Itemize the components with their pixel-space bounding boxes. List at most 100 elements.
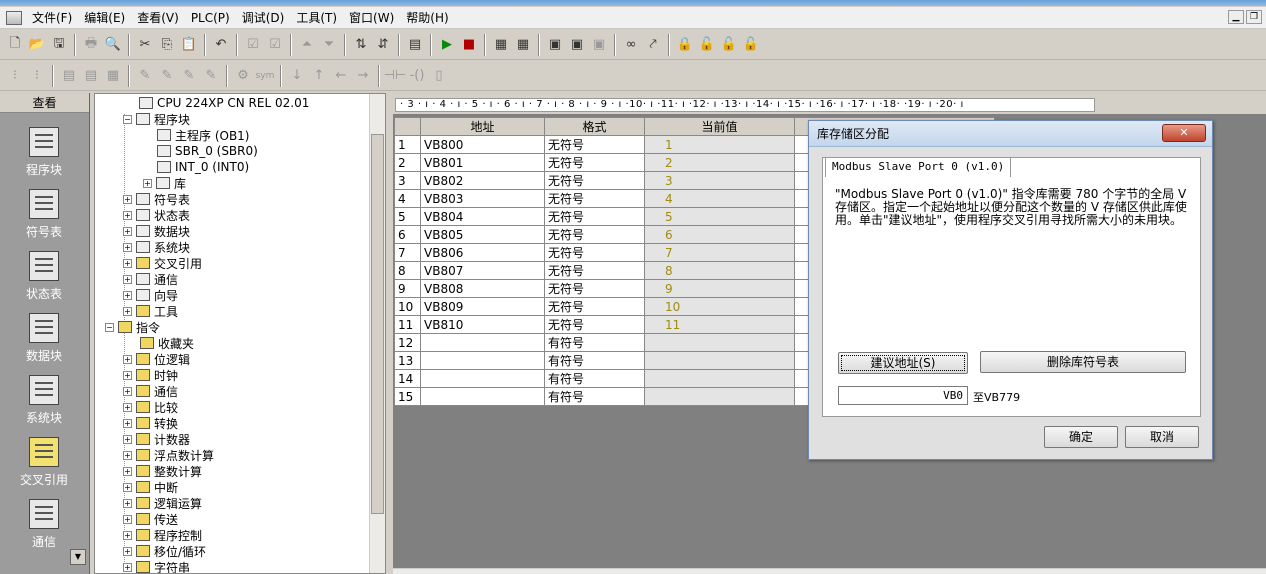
address-cell[interactable] xyxy=(420,351,545,370)
expand-icon[interactable]: + xyxy=(123,466,132,476)
close-icon[interactable]: ✕ xyxy=(1162,124,1206,142)
current-value-cell[interactable] xyxy=(644,333,795,352)
tree-program-control[interactable]: + 程序控制 xyxy=(123,527,202,543)
unforce-icon[interactable]: 🔓 xyxy=(696,34,718,56)
nav-data-block[interactable]: 数据块 xyxy=(0,313,88,364)
current-value-cell[interactable]: 8 xyxy=(644,261,795,280)
expand-icon[interactable]: + xyxy=(123,210,132,220)
format-cell[interactable]: 有符号 xyxy=(544,387,645,406)
coil-icon[interactable]: -() xyxy=(406,65,428,87)
prev-bookmark-icon[interactable]: ✎ xyxy=(178,65,200,87)
unforce-all-icon[interactable]: 🔓 xyxy=(718,34,740,56)
address-cell[interactable]: VB802 xyxy=(420,171,545,190)
menu-view[interactable]: 查看(V) xyxy=(131,9,185,26)
suggest-address-button[interactable]: 建议地址(S) xyxy=(838,352,968,374)
tree-scrollbar[interactable] xyxy=(369,94,385,573)
sym-icon[interactable]: sym xyxy=(254,65,276,87)
expand-icon[interactable]: + xyxy=(123,546,132,556)
tree-comm-instr[interactable]: + 通信 xyxy=(123,383,178,399)
delete-library-symbols-button[interactable]: 删除库符号表 xyxy=(980,351,1186,373)
format-cell[interactable]: 有符号 xyxy=(544,351,645,370)
current-value-cell[interactable]: 10 xyxy=(644,297,795,316)
format-cell[interactable]: 无符号 xyxy=(544,243,645,262)
tree-bit-logic[interactable]: + 位逻辑 xyxy=(123,351,190,367)
tree-int[interactable]: INT_0 (INT0) xyxy=(157,159,249,175)
compile-icon[interactable]: ☑ xyxy=(242,34,264,56)
single-read-icon[interactable]: ▣ xyxy=(566,34,588,56)
address-cell[interactable]: VB809 xyxy=(420,297,545,316)
current-value-cell[interactable]: 11 xyxy=(644,315,795,334)
stop-icon[interactable]: ■ xyxy=(458,34,480,56)
address-cell[interactable]: VB810 xyxy=(420,315,545,334)
insert-network-icon[interactable]: ⁝ xyxy=(4,65,26,87)
chart-status-icon[interactable]: ▣ xyxy=(544,34,566,56)
sort-descending-icon[interactable]: ⇵ xyxy=(372,34,394,56)
tree-data-block[interactable]: + 数据块 xyxy=(123,223,190,239)
expand-icon[interactable]: + xyxy=(123,498,132,508)
format-cell[interactable]: 无符号 xyxy=(544,153,645,172)
tree-scroll-thumb[interactable] xyxy=(371,134,384,514)
delete-network-icon[interactable]: ⁝ xyxy=(26,65,48,87)
cancel-button[interactable]: 取消 xyxy=(1125,426,1199,448)
sort-ascending-icon[interactable]: ⇅ xyxy=(350,34,372,56)
nav-cross-reference[interactable]: 交叉引用 xyxy=(0,437,88,488)
current-value-cell[interactable]: 1 xyxy=(644,135,795,154)
nav-communication[interactable]: 通信 xyxy=(0,499,88,550)
address-cell[interactable]: VB805 xyxy=(420,225,545,244)
address-cell[interactable]: VB806 xyxy=(420,243,545,262)
address-cell[interactable]: VB800 xyxy=(420,135,545,154)
left-line-icon[interactable]: ← xyxy=(330,65,352,87)
format-cell[interactable]: 无符号 xyxy=(544,135,645,154)
new-file-icon[interactable]: 🗋 xyxy=(4,34,26,56)
menu-help[interactable]: 帮助(H) xyxy=(400,9,454,26)
expand-icon[interactable]: + xyxy=(123,194,132,204)
menu-tools[interactable]: 工具(T) xyxy=(290,9,343,26)
current-value-cell[interactable] xyxy=(644,387,795,406)
expand-icon[interactable]: + xyxy=(123,290,132,300)
tree-compare[interactable]: + 比较 xyxy=(123,399,178,415)
remove-bookmarks-icon[interactable]: ✎ xyxy=(200,65,222,87)
start-address-input[interactable]: VB0 xyxy=(838,386,968,405)
options-icon[interactable]: ▤ xyxy=(404,34,426,56)
collapse-icon[interactable]: − xyxy=(123,114,132,124)
tree-system-block[interactable]: + 系统块 xyxy=(123,239,190,255)
format-cell[interactable]: 有符号 xyxy=(544,333,645,352)
tree-int-math[interactable]: + 整数计算 xyxy=(123,463,202,479)
expand-icon[interactable]: + xyxy=(143,178,152,188)
nav-program-block[interactable]: 程序块 xyxy=(0,127,88,178)
up-line-icon[interactable]: ↑ xyxy=(308,65,330,87)
format-cell[interactable]: 无符号 xyxy=(544,171,645,190)
tree-string[interactable]: + 字符串 xyxy=(123,559,190,573)
tree-cpu[interactable]: CPU 224XP CN REL 02.01 xyxy=(139,95,309,111)
format-cell[interactable]: 无符号 xyxy=(544,189,645,208)
horizontal-scrollbar[interactable] xyxy=(393,568,1266,574)
box-icon[interactable]: ▯ xyxy=(428,65,450,87)
tree-convert[interactable]: + 转换 xyxy=(123,415,178,431)
tree-library[interactable]: + 库 xyxy=(143,175,186,191)
format-cell[interactable]: 无符号 xyxy=(544,297,645,316)
current-value-cell[interactable]: 4 xyxy=(644,189,795,208)
tree-program-block[interactable]: − 程序块 xyxy=(123,111,190,127)
expand-icon[interactable]: + xyxy=(123,514,132,524)
address-cell[interactable]: VB801 xyxy=(420,153,545,172)
expand-icon[interactable]: + xyxy=(123,562,132,572)
tree-sbr[interactable]: SBR_0 (SBR0) xyxy=(157,143,258,159)
apply-symbols-icon[interactable]: ⚙ xyxy=(232,65,254,87)
menu-edit[interactable]: 编辑(E) xyxy=(78,9,131,26)
collapse-icon[interactable]: − xyxy=(105,322,114,332)
expand-icon[interactable]: + xyxy=(123,354,132,364)
symbol-info-icon[interactable]: ▦ xyxy=(102,65,124,87)
print-preview-icon[interactable]: 🔍 xyxy=(102,34,124,56)
cut-icon[interactable]: ✂ xyxy=(134,34,156,56)
format-cell[interactable]: 无符号 xyxy=(544,279,645,298)
undo-icon[interactable]: ↶ xyxy=(210,34,232,56)
upload-icon[interactable]: ⏶ xyxy=(296,34,318,56)
expand-icon[interactable]: + xyxy=(123,402,132,412)
program-status-icon[interactable]: ▦ xyxy=(490,34,512,56)
expand-icon[interactable]: + xyxy=(123,226,132,236)
force-icon[interactable]: 🔒 xyxy=(674,34,696,56)
address-cell[interactable]: VB807 xyxy=(420,261,545,280)
copy-icon[interactable]: ⎘ xyxy=(156,34,178,56)
minimize-icon[interactable]: ▁ xyxy=(1228,10,1244,24)
tree-float-math[interactable]: + 浮点数计算 xyxy=(123,447,214,463)
